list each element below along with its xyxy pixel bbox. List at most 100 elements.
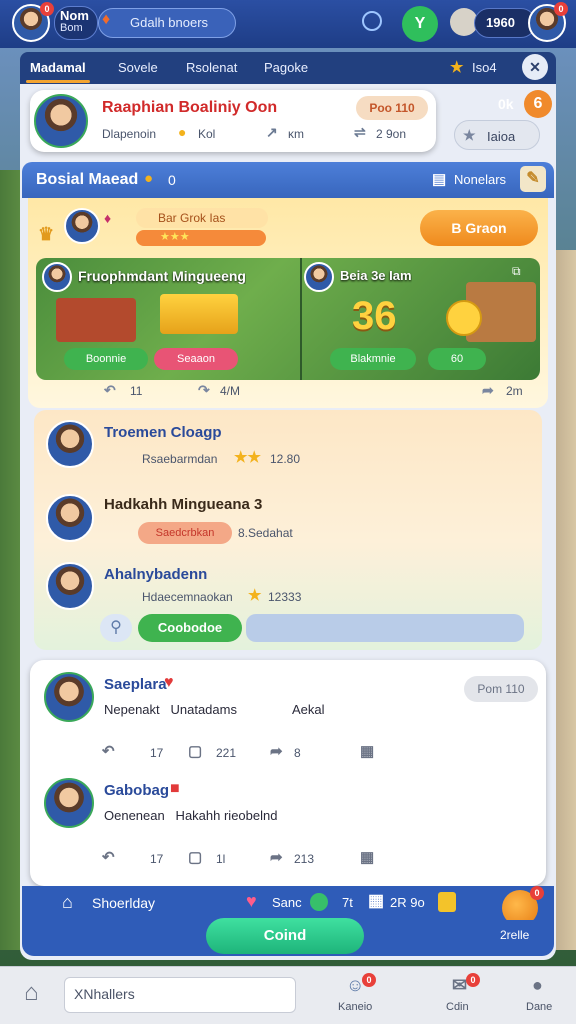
profile-right-pill[interactable]: ★ Iaioa <box>454 120 540 150</box>
forward-icon[interactable]: ➦ <box>482 382 494 399</box>
bottom-strip: ⌂ Shoerlday ♥ Sanc 7t ▦ 2R 9o <box>22 886 554 920</box>
repost-icon[interactable]: ▢ <box>188 848 202 866</box>
profile-subtitle: Dlapenoin <box>102 127 157 141</box>
feature-right-meta: 2m <box>506 384 523 398</box>
tools-icon[interactable]: ✕ <box>522 54 548 80</box>
leaderboard-score: 12.80 <box>270 452 301 466</box>
comment-item[interactable]: Saeplara ♥ Nepenakt Unatadams Aekal Pom … <box>30 666 546 770</box>
gold-coin-icon <box>446 300 482 336</box>
social-header: Bosial Maead ● 0 ▤ Nonelars ✎ <box>22 162 554 198</box>
feature-post-image[interactable]: Fruophmdant Mingueeng Beia 3e Iam ⧉ 36 B… <box>36 258 540 380</box>
leaderboard-row[interactable]: Troemen Cloagp Rsaebarmdan ★★ 12.80 <box>34 410 542 480</box>
coin-icon: ● <box>144 170 154 187</box>
profile-badge: 0 <box>554 2 568 16</box>
feature-post-label: Bar Grok Ias <box>158 211 226 225</box>
leaderboard-avatar <box>46 562 94 610</box>
leaderboard-name: Troemen Cloagp <box>104 424 222 441</box>
leaderboard-row[interactable]: Hadkahh Mingueana 3 Saedcrbkan 8.Sedahat <box>34 484 542 554</box>
comment-text: Nepenakt Unatadams <box>104 702 237 717</box>
image-left-title: Fruophmdant Mingueeng <box>78 268 246 284</box>
social-right-label[interactable]: Nonelars <box>454 172 506 187</box>
image-chip-4[interactable]: 60 <box>428 348 486 370</box>
leaderboard-row[interactable]: Ahalnybadenn Hdaecemnaokan ★ 12333 ⚲ Coo… <box>34 558 542 648</box>
profile-right-pill-label: Iaioa <box>487 129 516 144</box>
comment-reposts: 221 <box>216 746 237 760</box>
profile-right-count: 0k <box>498 96 514 112</box>
comment-likes: 17 <box>150 746 164 760</box>
profile-card-avatar <box>34 94 88 148</box>
home-icon[interactable]: ⌂ <box>62 892 73 913</box>
leaderboard-sub: Hdaecemnaokan <box>142 590 233 604</box>
tab-madamal[interactable]: Madamal <box>26 60 90 83</box>
profile-card[interactable]: Raaphian Boaliniy Oon Dlapenoin ● Kol ↗ … <box>30 90 436 152</box>
arrow-icon: ↗ <box>266 124 278 140</box>
share-icon[interactable]: Y <box>402 6 438 42</box>
profile-right-badge[interactable]: 6 <box>524 90 552 118</box>
comment-item[interactable]: Gabobag ■ Oenenean Hakahh rieobelnd ↶ 17… <box>30 772 546 876</box>
profile-stat-2: ĸm <box>288 127 304 141</box>
repost-icon[interactable]: ▢ <box>188 742 202 760</box>
comment-likes: 17 <box>150 852 164 866</box>
expand-icon[interactable]: ⧉ <box>512 264 521 279</box>
tab-rsolenat[interactable]: Rsolenat <box>186 60 237 75</box>
image-left-avatar <box>42 262 72 292</box>
comment-author: Saeplara <box>104 676 167 693</box>
feature-post[interactable]: ♛ ♦ Bar Grok Ias ★★★ B Graon Fruophmdant… <box>28 198 548 408</box>
leaderboard-action-button[interactable]: Coobodoe <box>138 614 242 642</box>
calendar-icon: ▤ <box>432 171 447 188</box>
pin-icon[interactable]: ⚲ <box>100 614 132 642</box>
share-arrow-icon[interactable]: ↷ <box>198 382 210 399</box>
profile-name: Raaphian Boaliniy Oon <box>102 99 278 116</box>
tab-right-label[interactable]: Iso4 <box>472 60 497 75</box>
share-icon[interactable]: ➦ <box>270 742 283 760</box>
home-icon[interactable]: ⌂ <box>24 979 39 1007</box>
flame-icon: ♦ <box>102 11 111 28</box>
nav-label[interactable]: Dane <box>526 1001 552 1013</box>
bookmark-icon[interactable]: ▦ <box>360 742 374 760</box>
coins-count: 1960 <box>486 15 515 30</box>
bottom-strip-mid[interactable]: Sanc <box>272 895 302 910</box>
tab-pagoke[interactable]: Pagoke <box>264 60 308 75</box>
comment-shares: 8 <box>294 746 301 760</box>
comment-avatar <box>44 672 94 722</box>
social-title: Bosial Maead <box>36 171 139 188</box>
bottom-strip-left[interactable]: Shoerlday <box>92 895 155 911</box>
gem-icon: ♦ <box>104 210 112 226</box>
image-right-title: Beia 3e Iam <box>340 268 412 283</box>
image-chip-3[interactable]: Blakmnie <box>330 348 416 370</box>
nav-label[interactable]: Kaneio <box>338 1001 372 1013</box>
tab-sovele[interactable]: Sovele <box>118 60 158 75</box>
nav-label[interactable]: Cdin <box>446 1001 469 1013</box>
message-icon[interactable]: ✉ <box>452 975 467 996</box>
gold-bars-illustration <box>160 294 238 334</box>
leaderboard-name: Hadkahh Mingueana 3 <box>104 496 263 513</box>
fab-label: 2relle <box>500 928 530 942</box>
like-icon[interactable]: ↶ <box>104 382 116 399</box>
feature-post-avatar <box>64 208 100 244</box>
top-bar: 0 Nom Bom ♦ Gdalh bnoers Y 1960 0 <box>0 0 576 48</box>
comment-pill: Pom 110 <box>464 676 538 702</box>
bottom-strip-count: 7t <box>342 895 353 910</box>
compass-icon[interactable] <box>362 11 382 31</box>
edit-icon[interactable]: ✎ <box>520 166 546 192</box>
share-icon[interactable]: ➦ <box>270 848 283 866</box>
user-name: Nom <box>60 8 89 23</box>
comment-extra: Aekal <box>292 702 325 717</box>
cta-button[interactable]: Coind <box>206 918 364 954</box>
leaderboard: Troemen Cloagp Rsaebarmdan ★★ 12.80 Hadk… <box>34 410 542 650</box>
image-chip-2[interactable]: Seaaon <box>154 348 238 370</box>
profile-icon[interactable]: ● <box>532 975 543 996</box>
star-icon: ★ <box>248 587 262 604</box>
leaderboard-avatar <box>46 494 94 542</box>
nav-badge: 0 <box>466 973 480 987</box>
reply-icon[interactable]: ↶ <box>102 742 115 760</box>
bookmark-icon[interactable]: ▦ <box>360 848 374 866</box>
image-chip-1[interactable]: Boonnie <box>64 348 148 370</box>
leaderboard-extra: 8.Sedahat <box>238 526 293 540</box>
feature-post-action-button[interactable]: B Graon <box>420 210 538 246</box>
leaderboard-input[interactable] <box>246 614 524 642</box>
profile-level-pill: Poo 110 <box>356 96 428 120</box>
reply-icon[interactable]: ↶ <box>102 848 115 866</box>
gift-icon: ■ <box>170 780 180 797</box>
comment-shares: 213 <box>294 852 315 866</box>
